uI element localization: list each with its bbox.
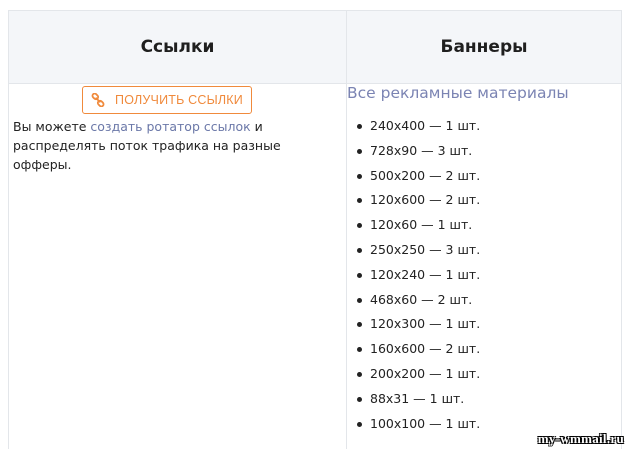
- all-materials-link[interactable]: Все рекламные материалы: [347, 84, 569, 102]
- column-divider: [346, 11, 347, 449]
- banner-size-item: 100x100 — 1 шт.: [351, 412, 480, 437]
- banner-size-item: 120x60 — 1 шт.: [351, 213, 480, 238]
- banner-size-item: 120x300 — 1 шт.: [351, 312, 480, 337]
- offer-materials-table: Ссылки Баннеры: [8, 10, 622, 449]
- banner-size-item: 468x60 — 2 шт.: [351, 288, 480, 313]
- links-description: Вы можете создать ротатор ссылок и распр…: [13, 117, 333, 174]
- banner-size-item: 88x31 — 1 шт.: [351, 387, 480, 412]
- link-rotator-link[interactable]: создать ротатор ссылок: [90, 119, 250, 134]
- banner-size-item: 200x200 — 1 шт.: [351, 362, 480, 387]
- banner-sizes-list: 240x400 — 1 шт.728x90 — 3 шт.500x200 — 2…: [351, 114, 480, 436]
- description-text-before: Вы можете: [13, 119, 90, 134]
- banner-size-item: 250x250 — 3 шт.: [351, 238, 480, 263]
- banner-size-item: 120x240 — 1 шт.: [351, 263, 480, 288]
- banner-size-item: 500x200 — 2 шт.: [351, 164, 480, 189]
- banner-size-item: 728x90 — 3 шт.: [351, 139, 480, 164]
- table-header-row: Ссылки Баннеры: [9, 11, 621, 84]
- get-links-button[interactable]: ПОЛУЧИТЬ ССЫЛКИ: [82, 86, 252, 114]
- link-icon: [91, 93, 105, 107]
- banners-column-header: Баннеры: [347, 11, 621, 83]
- banner-size-item: 120x600 — 2 шт.: [351, 188, 480, 213]
- banner-size-item: 240x400 — 1 шт.: [351, 114, 480, 139]
- banner-size-item: 160x600 — 2 шт.: [351, 337, 480, 362]
- get-links-button-label: ПОЛУЧИТЬ ССЫЛКИ: [115, 93, 243, 107]
- site-watermark: my-wmmail.ru: [538, 431, 624, 447]
- links-column-header: Ссылки: [9, 11, 346, 83]
